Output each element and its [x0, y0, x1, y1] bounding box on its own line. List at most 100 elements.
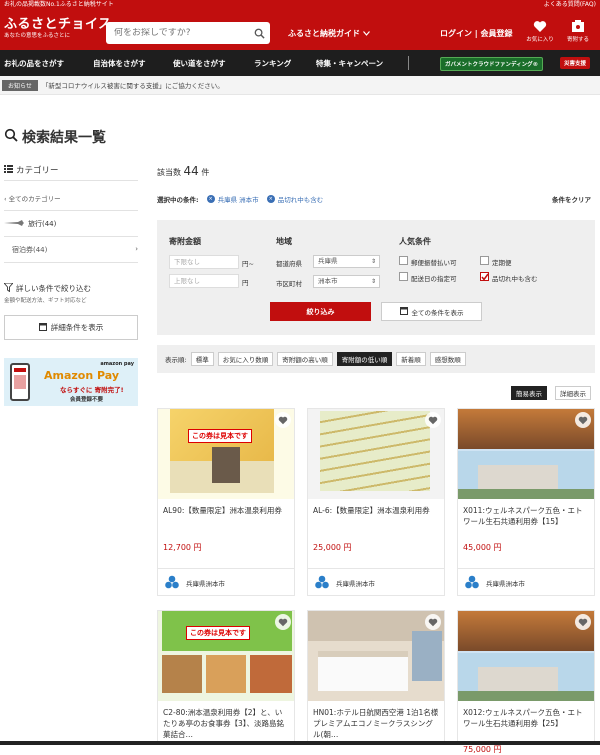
disaster-support-button[interactable]: 災害支援: [560, 57, 591, 69]
product-name[interactable]: X011:ウェルネスパーク五色・エトワール生石共通利用券【15】: [458, 505, 594, 539]
notice-link[interactable]: 「新型コロナウイルス被害に関する支援」にご協力ください。: [42, 80, 224, 90]
nav-item-campaign[interactable]: 特集・キャンペーン: [316, 58, 383, 69]
product-card[interactable]: HN01:ホテル日航関西空港 1泊1名様プレミアムエコノミークラスシングル(朝…: [307, 610, 445, 745]
tagline: お礼の品掲載数No.1ふるさと納税サイト: [4, 1, 114, 8]
search-icon: [4, 128, 22, 146]
min-amount-input[interactable]: 下限なし: [169, 255, 239, 269]
category-travel[interactable]: 旅行(44): [4, 219, 138, 229]
amazon-brand: amazon pay: [100, 361, 134, 367]
product-name[interactable]: HN01:ホテル日航関西空港 1泊1名様プレミアムエコノミークラスシングル(朝…: [308, 707, 444, 741]
view-simple-button[interactable]: 簡易表示: [511, 386, 547, 400]
gov-crowdfunding-button[interactable]: ガバメントクラウドファンディング®: [440, 57, 544, 71]
product-card[interactable]: AL-6:【数量限定】洲本温泉利用券 25,000 円 兵庫県洲本市: [307, 408, 445, 596]
sort-amount-high[interactable]: 寄附額の高い順: [277, 352, 333, 366]
heart-icon[interactable]: [425, 412, 441, 428]
sort-amount-low[interactable]: 寄附額の低い順: [336, 352, 393, 366]
sort-label: 表示順:: [165, 356, 187, 364]
checkbox-postal[interactable]: [399, 256, 408, 265]
sort-newest[interactable]: 新着順: [396, 352, 426, 366]
search-input[interactable]: [106, 28, 248, 38]
narrow-button[interactable]: 絞り込み: [270, 302, 371, 321]
category-lodging-label: 宿泊券(44): [12, 246, 48, 254]
product-name[interactable]: AL90:【数量限定】洲本温泉利用券: [158, 505, 294, 539]
category-heading: カテゴリー: [4, 164, 138, 176]
city-select[interactable]: 洲本市 ⇕: [313, 275, 380, 288]
guide-menu[interactable]: ふるさと納税ガイド: [288, 28, 370, 39]
checkbox-subscription[interactable]: [480, 256, 489, 265]
municipality-row[interactable]: 兵庫県洲本市: [158, 568, 294, 596]
max-amount-input[interactable]: 上限なし: [169, 274, 239, 288]
clear-conditions-link[interactable]: 条件をクリア: [552, 194, 591, 204]
product-name[interactable]: C2-80:洲本温泉利用券【2】と、いたりあ亭のお食事券【3】、淡路島銘菓詰合…: [158, 707, 294, 741]
product-image-coupon-food: この券は見本です: [158, 611, 294, 701]
divider: [4, 210, 138, 211]
logo[interactable]: ふるさとチョイス あなたの意思をふるさとに: [4, 18, 112, 40]
sort-bar: 表示順: 標準 お気に入り数順 寄附額の高い順 寄附額の低い順 新着順 感想数順: [157, 345, 595, 373]
updown-icon: ⇕: [370, 278, 376, 285]
register-link[interactable]: 会員登録: [481, 29, 513, 38]
search-icon[interactable]: [248, 22, 270, 44]
chevron-right-icon: ›: [135, 245, 138, 253]
product-name[interactable]: X012:ウェルネスパーク五色・エトワール生石共通利用券【25】: [458, 707, 594, 741]
nav-item-gifts[interactable]: お礼の品をさがす: [4, 58, 64, 69]
result-unit: 件: [201, 168, 210, 177]
prefecture-select[interactable]: 兵庫県 ⇕: [313, 255, 380, 268]
all-categories-link[interactable]: ‹ 全てのカテゴリー: [4, 193, 138, 203]
favorites-button[interactable]: お気に入り: [522, 20, 558, 43]
faq-link[interactable]: よくある質問(FAQ): [544, 0, 596, 10]
heart-icon[interactable]: [575, 614, 591, 630]
notice-badge: お知らせ: [2, 79, 38, 91]
donate-button[interactable]: 寄附する: [560, 20, 596, 43]
product-card[interactable]: この券は見本です C2-80:洲本温泉利用券【2】と、いたりあ亭のお食事券【3】…: [157, 610, 295, 745]
coupon-stamp: この券は見本です: [186, 626, 250, 640]
sort-standard[interactable]: 標準: [190, 352, 214, 366]
guide-label: ふるさと納税ガイド: [288, 29, 360, 38]
sort-favorites[interactable]: お気に入り数順: [217, 352, 274, 366]
option-subscription: 定期便: [492, 259, 512, 267]
show-detail-conditions-button[interactable]: 詳細条件を表示: [4, 315, 138, 340]
show-all-conditions-button[interactable]: 全ての条件を表示: [381, 302, 482, 321]
search-box: [106, 22, 270, 44]
product-name[interactable]: AL-6:【数量限定】洲本温泉利用券: [308, 505, 444, 539]
heart-icon[interactable]: [425, 614, 441, 630]
heart-icon[interactable]: [575, 412, 591, 428]
product-card[interactable]: X012:ウェルネスパーク五色・エトワール生石共通利用券【25】 75,000 …: [457, 610, 595, 754]
checkbox-delivery-date[interactable]: [399, 272, 408, 281]
option-delivery-date: 配送日の指定可: [411, 275, 457, 283]
checkbox-soldout[interactable]: [480, 272, 489, 281]
amazon-pay-banner[interactable]: amazon pay Amazon Pay ならすぐに 寄附完了! 会員登録不要: [4, 358, 138, 406]
header: ふるさとチョイス あなたの意思をふるさとに ふるさと納税ガイド ログイン | 会…: [0, 10, 600, 50]
remove-filter-icon[interactable]: ×: [206, 195, 215, 203]
view-detail-button[interactable]: 詳細表示: [555, 386, 591, 400]
favorites-label: お気に入り: [526, 37, 554, 43]
bottom-edge: [0, 741, 600, 745]
product-card[interactable]: この券は見本です AL90:【数量限定】洲本温泉利用券 12,700 円 兵庫県…: [157, 408, 295, 596]
phone-illustration: [10, 363, 30, 401]
nav-item-municipalities[interactable]: 自治体をさがす: [93, 58, 146, 69]
filter-icon: [3, 282, 14, 294]
detail-button-label: 詳細条件を表示: [50, 323, 104, 332]
heart-icon[interactable]: [275, 412, 291, 428]
login-link[interactable]: ログイン: [440, 29, 472, 38]
nav-item-ranking[interactable]: ランキング: [254, 58, 291, 69]
divider: [4, 262, 138, 263]
yen-label: 円: [242, 279, 249, 287]
municipality-row[interactable]: 兵庫県洲本市: [458, 568, 594, 596]
heart-icon[interactable]: [275, 614, 291, 630]
sort-reviews[interactable]: 感想数順: [429, 352, 466, 366]
municipality-logo-icon: [164, 574, 180, 592]
nav-item-uses[interactable]: 使い道をさがす: [173, 58, 226, 69]
amazon-line1: ならすぐに 寄附完了!: [60, 386, 124, 394]
product-price: 12,700 円: [163, 543, 202, 552]
category-lodging[interactable]: 宿泊券(44) ›: [4, 245, 138, 255]
window-icon: [38, 322, 47, 333]
page-title: 検索結果一覧: [4, 127, 106, 147]
product-card[interactable]: X011:ウェルネスパーク五色・エトワール生石共通利用券【15】 45,000 …: [457, 408, 595, 596]
product-image-coupon-sheets: [308, 409, 444, 499]
remove-filter-icon[interactable]: ×: [266, 195, 275, 203]
main-nav: お礼の品をさがす 自治体をさがす 使い道をさがす ランキング 特集・キャンペーン…: [0, 50, 600, 76]
municipality-row[interactable]: 兵庫県洲本市: [308, 568, 444, 596]
filter-panel: 寄附金額 下限なし 円~ 上限なし 円 地域 都道府県 兵庫県 ⇕ 市区町村 洲…: [157, 220, 595, 335]
prefecture-value: 兵庫県: [318, 257, 338, 265]
product-price: 45,000 円: [463, 543, 502, 552]
